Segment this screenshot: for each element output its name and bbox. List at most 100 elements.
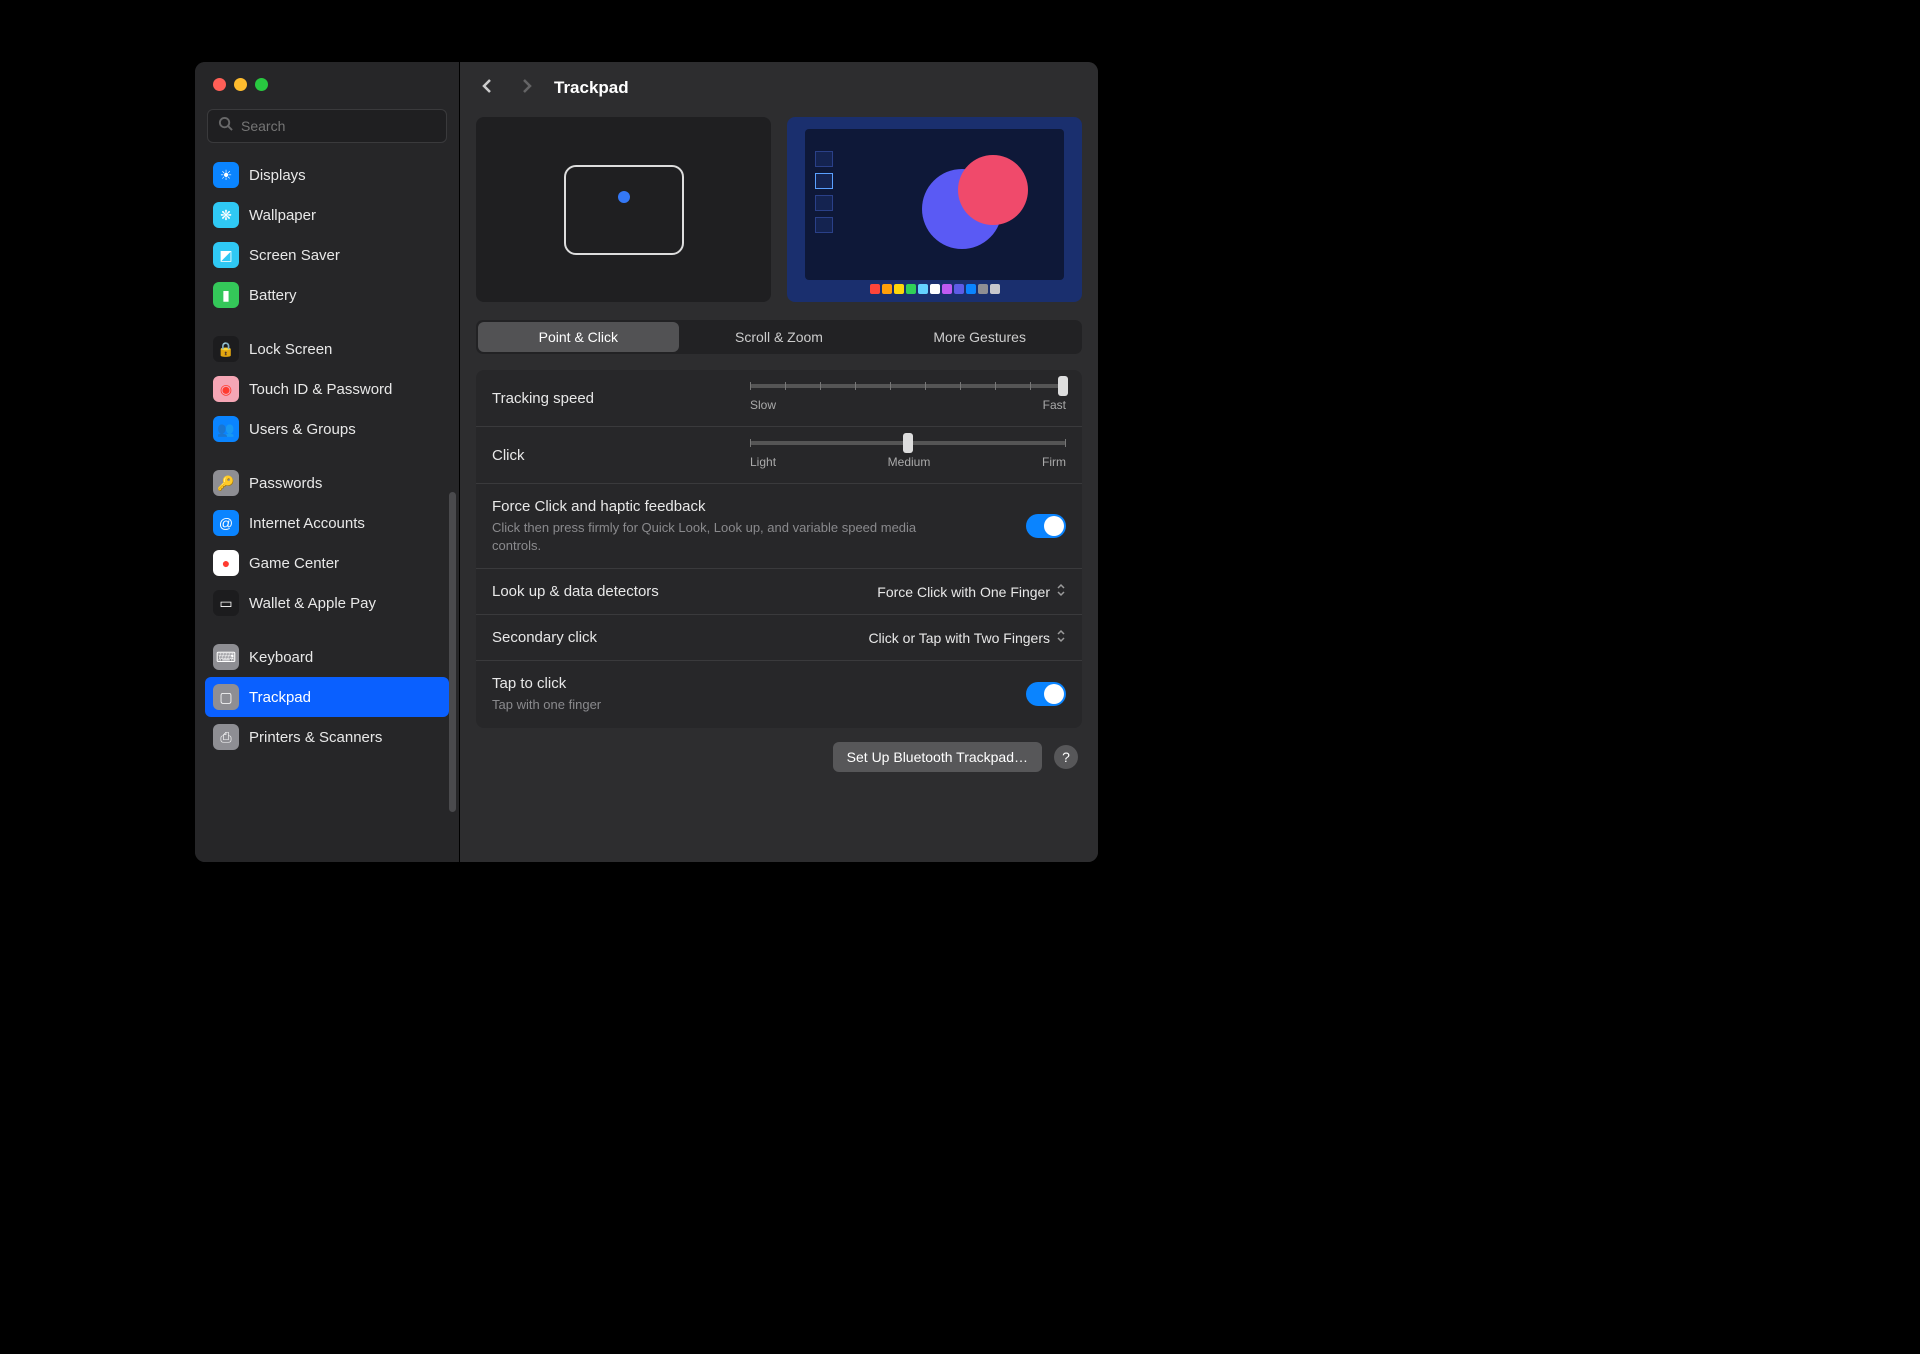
- tap-to-click-sub: Tap with one finger: [492, 696, 601, 714]
- sidebar-item-label: Touch ID & Password: [249, 381, 392, 398]
- updown-icon: [1056, 629, 1066, 646]
- sidebar-item-keyboard[interactable]: ⌨Keyboard: [205, 637, 449, 677]
- sidebar-item-touch-id-password[interactable]: ◉ Touch ID & Password: [205, 369, 449, 409]
- color-swatch: [906, 284, 916, 294]
- preview-row: [476, 117, 1082, 302]
- tracking-slow-label: Slow: [750, 398, 776, 412]
- minimize-button[interactable]: [234, 78, 247, 91]
- screen-preview-pane: [787, 117, 1082, 302]
- sidebar-item-icon: 🔑: [213, 470, 239, 496]
- back-button[interactable]: [478, 76, 498, 99]
- color-swatch: [954, 284, 964, 294]
- sidebar-item-icon: 🔒: [213, 336, 239, 362]
- sidebar-item-label: Wallet & Apple Pay: [249, 595, 376, 612]
- sidebar-item-battery[interactable]: ▮ Battery: [205, 275, 449, 315]
- sidebar-item-label: Internet Accounts: [249, 515, 365, 532]
- forward-button[interactable]: [516, 76, 536, 99]
- sidebar-item-icon: ▢: [213, 684, 239, 710]
- scrollbar[interactable]: [449, 492, 456, 812]
- sidebar-item-printers-scanners[interactable]: ⎙Printers & Scanners: [205, 717, 449, 757]
- secondary-click-value: Click or Tap with Two Fingers: [868, 630, 1050, 646]
- sidebar-item-label: Trackpad: [249, 689, 311, 706]
- sidebar-item-wallet-apple-pay[interactable]: ▭Wallet & Apple Pay: [205, 583, 449, 623]
- tab-point-click[interactable]: Point & Click: [478, 322, 679, 352]
- sidebar-item-lock-screen[interactable]: 🔒 Lock Screen: [205, 329, 449, 369]
- sidebar-item-screen-saver[interactable]: ◩Screen Saver: [205, 235, 449, 275]
- color-swatch: [930, 284, 940, 294]
- tracking-speed-slider[interactable]: [750, 384, 1066, 388]
- lookup-label: Look up & data detectors: [492, 583, 659, 600]
- page-title: Trackpad: [554, 78, 629, 98]
- force-click-label: Force Click and haptic feedback: [492, 498, 922, 515]
- sidebar-item-icon: @: [213, 510, 239, 536]
- tracking-speed-thumb[interactable]: [1058, 376, 1068, 396]
- tracking-fast-label: Fast: [1043, 398, 1066, 412]
- force-click-row: Force Click and haptic feedback Click th…: [476, 484, 1082, 569]
- sidebar-item-icon: ⌨: [213, 644, 239, 670]
- screen-preview-inner: [805, 129, 1064, 280]
- sidebar-item-icon: ●: [213, 550, 239, 576]
- lookup-select[interactable]: Force Click with One Finger: [877, 583, 1066, 600]
- force-click-sub: Click then press firmly for Quick Look, …: [492, 519, 922, 554]
- sidebar-item-icon: ▮: [213, 282, 239, 308]
- tap-to-click-toggle[interactable]: [1026, 682, 1066, 706]
- sidebar-item-icon: ❋: [213, 202, 239, 228]
- sidebar-list: ☀ Displays ❋ Wallpaper ◩Screen Saver ▮ Battery…: [195, 155, 459, 862]
- sidebar-item-icon: 👥: [213, 416, 239, 442]
- color-swatch: [966, 284, 976, 294]
- sidebar-item-users-groups[interactable]: 👥Users & Groups: [205, 409, 449, 449]
- tap-to-click-row: Tap to click Tap with one finger: [476, 661, 1082, 728]
- sidebar-item-label: Wallpaper: [249, 207, 316, 224]
- sidebar-item-trackpad[interactable]: ▢ Trackpad: [205, 677, 449, 717]
- sidebar: ☀ Displays ❋ Wallpaper ◩Screen Saver ▮ Battery…: [195, 62, 460, 862]
- tab-more-gestures[interactable]: More Gestures: [879, 322, 1080, 352]
- search-input[interactable]: [241, 118, 436, 134]
- sidebar-item-icon: ⎙: [213, 724, 239, 750]
- click-light-label: Light: [750, 455, 776, 469]
- color-swatch: [870, 284, 880, 294]
- close-button[interactable]: [213, 78, 226, 91]
- sidebar-item-passwords[interactable]: 🔑Passwords: [205, 463, 449, 503]
- sidebar-item-displays[interactable]: ☀ Displays: [205, 155, 449, 195]
- lookup-row: Look up & data detectors Force Click wit…: [476, 569, 1082, 615]
- sidebar-item-internet-accounts[interactable]: @ Internet Accounts: [205, 503, 449, 543]
- search-input-wrapper[interactable]: [207, 109, 447, 143]
- sidebar-item-label: Battery: [249, 287, 297, 304]
- lookup-value: Force Click with One Finger: [877, 584, 1050, 600]
- help-button[interactable]: ?: [1054, 745, 1078, 769]
- secondary-click-label: Secondary click: [492, 629, 597, 646]
- search-icon: [218, 116, 233, 136]
- click-thumb[interactable]: [903, 433, 913, 453]
- trackpad-illustration: [564, 165, 684, 255]
- force-click-toggle[interactable]: [1026, 514, 1066, 538]
- setup-bluetooth-button[interactable]: Set Up Bluetooth Trackpad…: [833, 742, 1042, 772]
- updown-icon: [1056, 583, 1066, 600]
- sidebar-item-icon: ☀: [213, 162, 239, 188]
- window-controls: [195, 62, 459, 103]
- tap-to-click-label: Tap to click: [492, 675, 601, 692]
- color-swatches: [870, 284, 1000, 294]
- footer: Set Up Bluetooth Trackpad… ?: [476, 728, 1082, 776]
- tracking-speed-label: Tracking speed: [492, 390, 594, 407]
- sidebar-item-label: Game Center: [249, 555, 339, 572]
- sidebar-item-wallpaper[interactable]: ❋ Wallpaper: [205, 195, 449, 235]
- click-medium-label: Medium: [888, 455, 931, 469]
- sidebar-item-label: Lock Screen: [249, 341, 332, 358]
- sidebar-item-game-center[interactable]: ● Game Center: [205, 543, 449, 583]
- toolbar: Trackpad: [460, 62, 1098, 109]
- trackpad-touch-dot: [618, 191, 630, 203]
- sidebar-item-icon: ◉: [213, 376, 239, 402]
- secondary-click-row: Secondary click Click or Tap with Two Fi…: [476, 615, 1082, 661]
- settings-panel: Tracking speed Slow Fast Click: [476, 370, 1082, 728]
- sidebar-item-label: Displays: [249, 167, 306, 184]
- main-content: Trackpad: [460, 62, 1098, 862]
- sidebar-item-icon: ◩: [213, 242, 239, 268]
- tab-scroll-zoom[interactable]: Scroll & Zoom: [679, 322, 880, 352]
- click-slider[interactable]: [750, 441, 1066, 445]
- color-swatch: [942, 284, 952, 294]
- click-firm-label: Firm: [1042, 455, 1066, 469]
- click-label: Click: [492, 447, 525, 464]
- secondary-click-select[interactable]: Click or Tap with Two Fingers: [868, 629, 1066, 646]
- tracking-speed-row: Tracking speed Slow Fast: [476, 370, 1082, 427]
- zoom-button[interactable]: [255, 78, 268, 91]
